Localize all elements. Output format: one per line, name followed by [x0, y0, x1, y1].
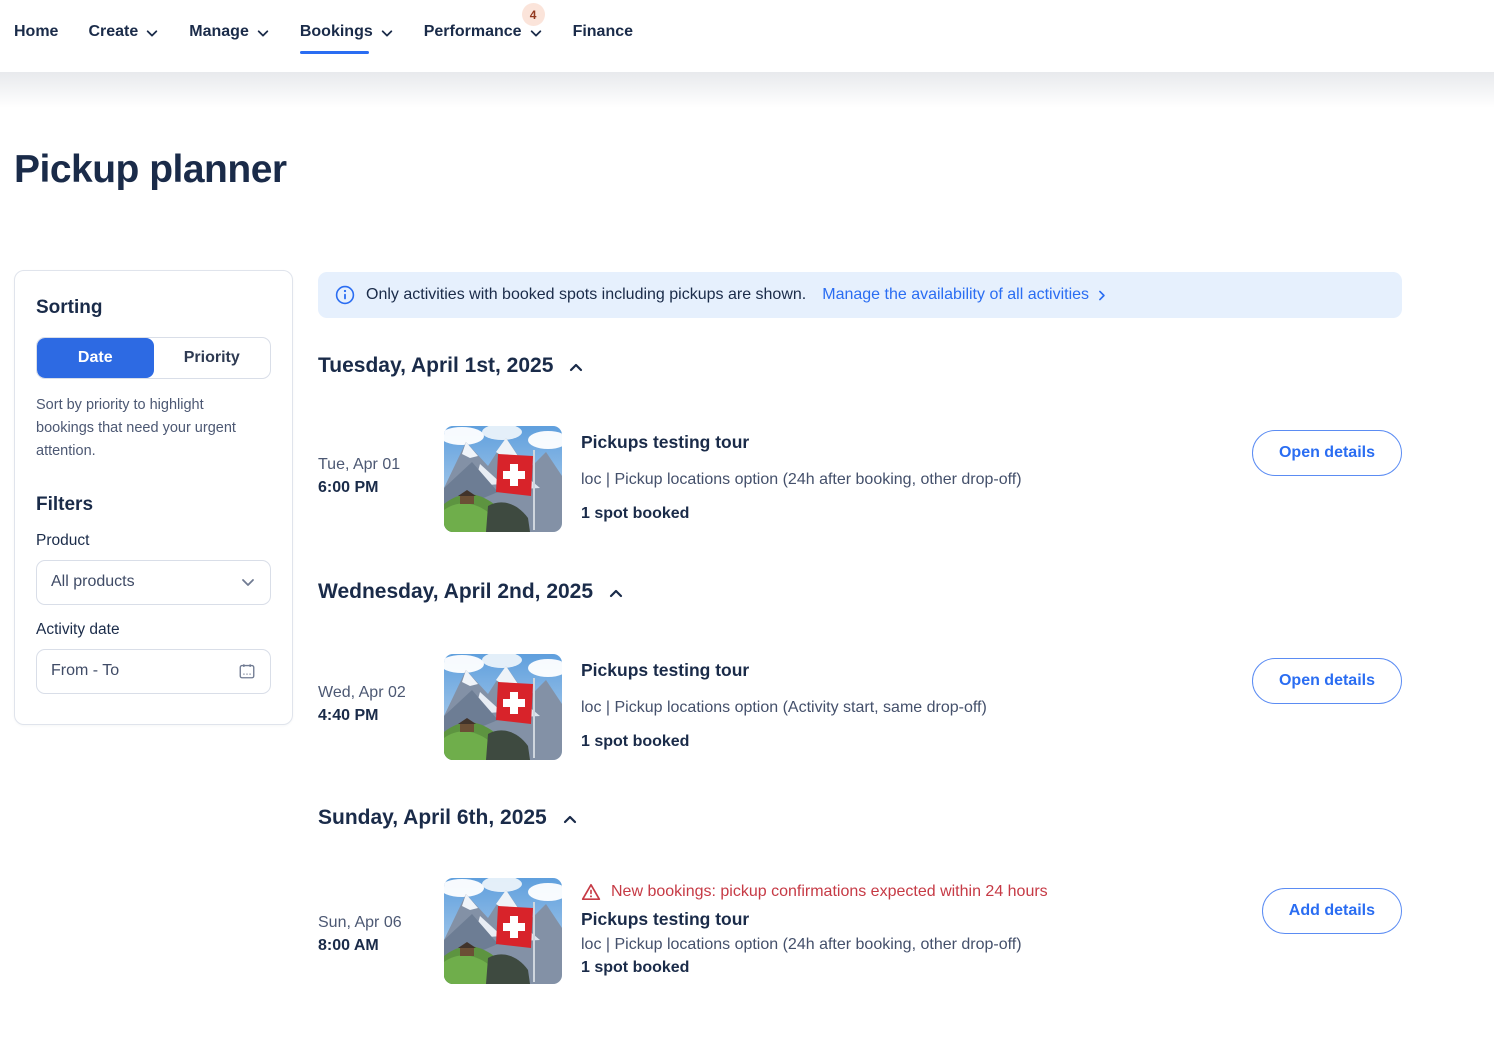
nav-label: Finance: [573, 23, 633, 41]
product-select-value: All products: [51, 573, 135, 591]
calendar-icon: [238, 662, 256, 680]
product-select[interactable]: All products: [36, 560, 271, 605]
add-details-button[interactable]: Add details: [1262, 888, 1402, 934]
sidebar-filters-panel: Sorting Date Priority Sort by priority t…: [14, 270, 293, 725]
nav-item-create[interactable]: Create: [88, 23, 159, 41]
pickup-warning: New bookings: pickup confirmations expec…: [581, 882, 1224, 902]
booking-row: Tue, Apr 01 6:00 PM Pickups testing tour…: [318, 426, 1404, 532]
warning-text: New bookings: pickup confirmations expec…: [611, 883, 1048, 901]
booking-datetime: Tue, Apr 01 6:00 PM: [318, 426, 444, 532]
booking-datetime: Wed, Apr 02 4:40 PM: [318, 654, 444, 760]
nav-item-performance[interactable]: Performance 4: [424, 23, 543, 41]
date-section-label: Sunday, April 6th, 2025: [318, 806, 547, 830]
booking-day: Wed, Apr 02: [318, 684, 444, 702]
pickup-option-description: loc | Pickup locations option (24h after…: [581, 471, 1224, 489]
booking-time: 8:00 AM: [318, 937, 444, 955]
chevron-right-icon: [1095, 289, 1108, 302]
activity-title: Pickups testing tour: [581, 432, 1224, 453]
chevron-up-icon: [568, 360, 584, 376]
chevron-up-icon: [562, 812, 578, 828]
booking-row: Wed, Apr 02 4:40 PM Pickups testing tour…: [318, 654, 1404, 760]
activity-thumbnail: [444, 654, 562, 760]
nav-label: Home: [14, 23, 58, 41]
sorting-heading: Sorting: [36, 297, 271, 319]
nav-label: Create: [88, 23, 138, 41]
date-section-header[interactable]: Sunday, April 6th, 2025: [318, 806, 578, 830]
notification-badge: 4: [522, 3, 545, 26]
booking-row: Sun, Apr 06 8:00 AM New bookings: pickup…: [318, 878, 1404, 984]
filters-heading: Filters: [36, 494, 271, 516]
booking-time: 4:40 PM: [318, 707, 444, 725]
open-details-button[interactable]: Open details: [1252, 430, 1402, 476]
nav-item-finance[interactable]: Finance: [573, 23, 633, 41]
nav-label: Bookings: [300, 23, 373, 41]
date-section-header[interactable]: Wednesday, April 2nd, 2025: [318, 580, 624, 604]
info-banner: Only activities with booked spots includ…: [318, 272, 1402, 318]
spots-booked: 1 spot booked: [581, 959, 1224, 977]
top-navigation: Home Create Manage Bookings Performance …: [0, 0, 1494, 64]
pickup-option-description: loc | Pickup locations option (Activity …: [581, 699, 1224, 717]
booking-day: Tue, Apr 01: [318, 456, 444, 474]
info-icon: [335, 285, 355, 305]
chevron-up-icon: [608, 586, 624, 602]
chevron-down-icon: [145, 26, 159, 40]
activity-title: Pickups testing tour: [581, 660, 1224, 681]
date-section-label: Wednesday, April 2nd, 2025: [318, 580, 593, 604]
chevron-down-icon: [380, 26, 394, 40]
chevron-down-icon: [256, 26, 270, 40]
sorting-segmented-control: Date Priority: [36, 337, 271, 379]
booking-time: 6:00 PM: [318, 479, 444, 497]
activity-thumbnail: [444, 878, 562, 984]
spots-booked: 1 spot booked: [581, 733, 1224, 751]
spots-booked: 1 spot booked: [581, 505, 1224, 523]
warning-triangle-icon: [581, 882, 601, 902]
pickup-option-description: loc | Pickup locations option (24h after…: [581, 936, 1224, 954]
booking-day: Sun, Apr 06: [318, 914, 444, 932]
nav-item-bookings[interactable]: Bookings: [300, 23, 394, 41]
open-details-button[interactable]: Open details: [1252, 658, 1402, 704]
nav-label: Performance: [424, 23, 522, 41]
nav-item-home[interactable]: Home: [14, 23, 58, 41]
header-shadow: [0, 72, 1494, 108]
activity-date-label: Activity date: [36, 621, 271, 639]
nav-item-manage[interactable]: Manage: [189, 23, 270, 41]
date-section-header[interactable]: Tuesday, April 1st, 2025: [318, 354, 584, 378]
chevron-down-icon: [529, 26, 543, 40]
row-actions: Open details: [1252, 430, 1402, 476]
date-section-label: Tuesday, April 1st, 2025: [318, 354, 553, 378]
product-filter-label: Product: [36, 532, 271, 550]
chevron-down-icon: [240, 574, 256, 590]
sort-by-date-button[interactable]: Date: [37, 338, 154, 378]
activity-thumbnail: [444, 426, 562, 532]
row-actions: Add details: [1262, 888, 1402, 934]
manage-availability-link[interactable]: Manage the availability of all activitie…: [822, 286, 1108, 304]
banner-message: Only activities with booked spots includ…: [366, 286, 806, 304]
sorting-help-text: Sort by priority to highlight bookings t…: [36, 394, 264, 464]
booking-datetime: Sun, Apr 06 8:00 AM: [318, 878, 444, 984]
banner-link-label: Manage the availability of all activitie…: [822, 286, 1089, 304]
date-range-placeholder: From - To: [51, 662, 119, 680]
nav-label: Manage: [189, 23, 249, 41]
activity-title: Pickups testing tour: [581, 909, 1224, 930]
row-actions: Open details: [1252, 658, 1402, 704]
sort-by-priority-button[interactable]: Priority: [154, 338, 271, 378]
pickup-planner-content: Only activities with booked spots includ…: [318, 272, 1404, 1032]
activity-date-range-input[interactable]: From - To: [36, 649, 271, 694]
page-title: Pickup planner: [14, 148, 287, 192]
